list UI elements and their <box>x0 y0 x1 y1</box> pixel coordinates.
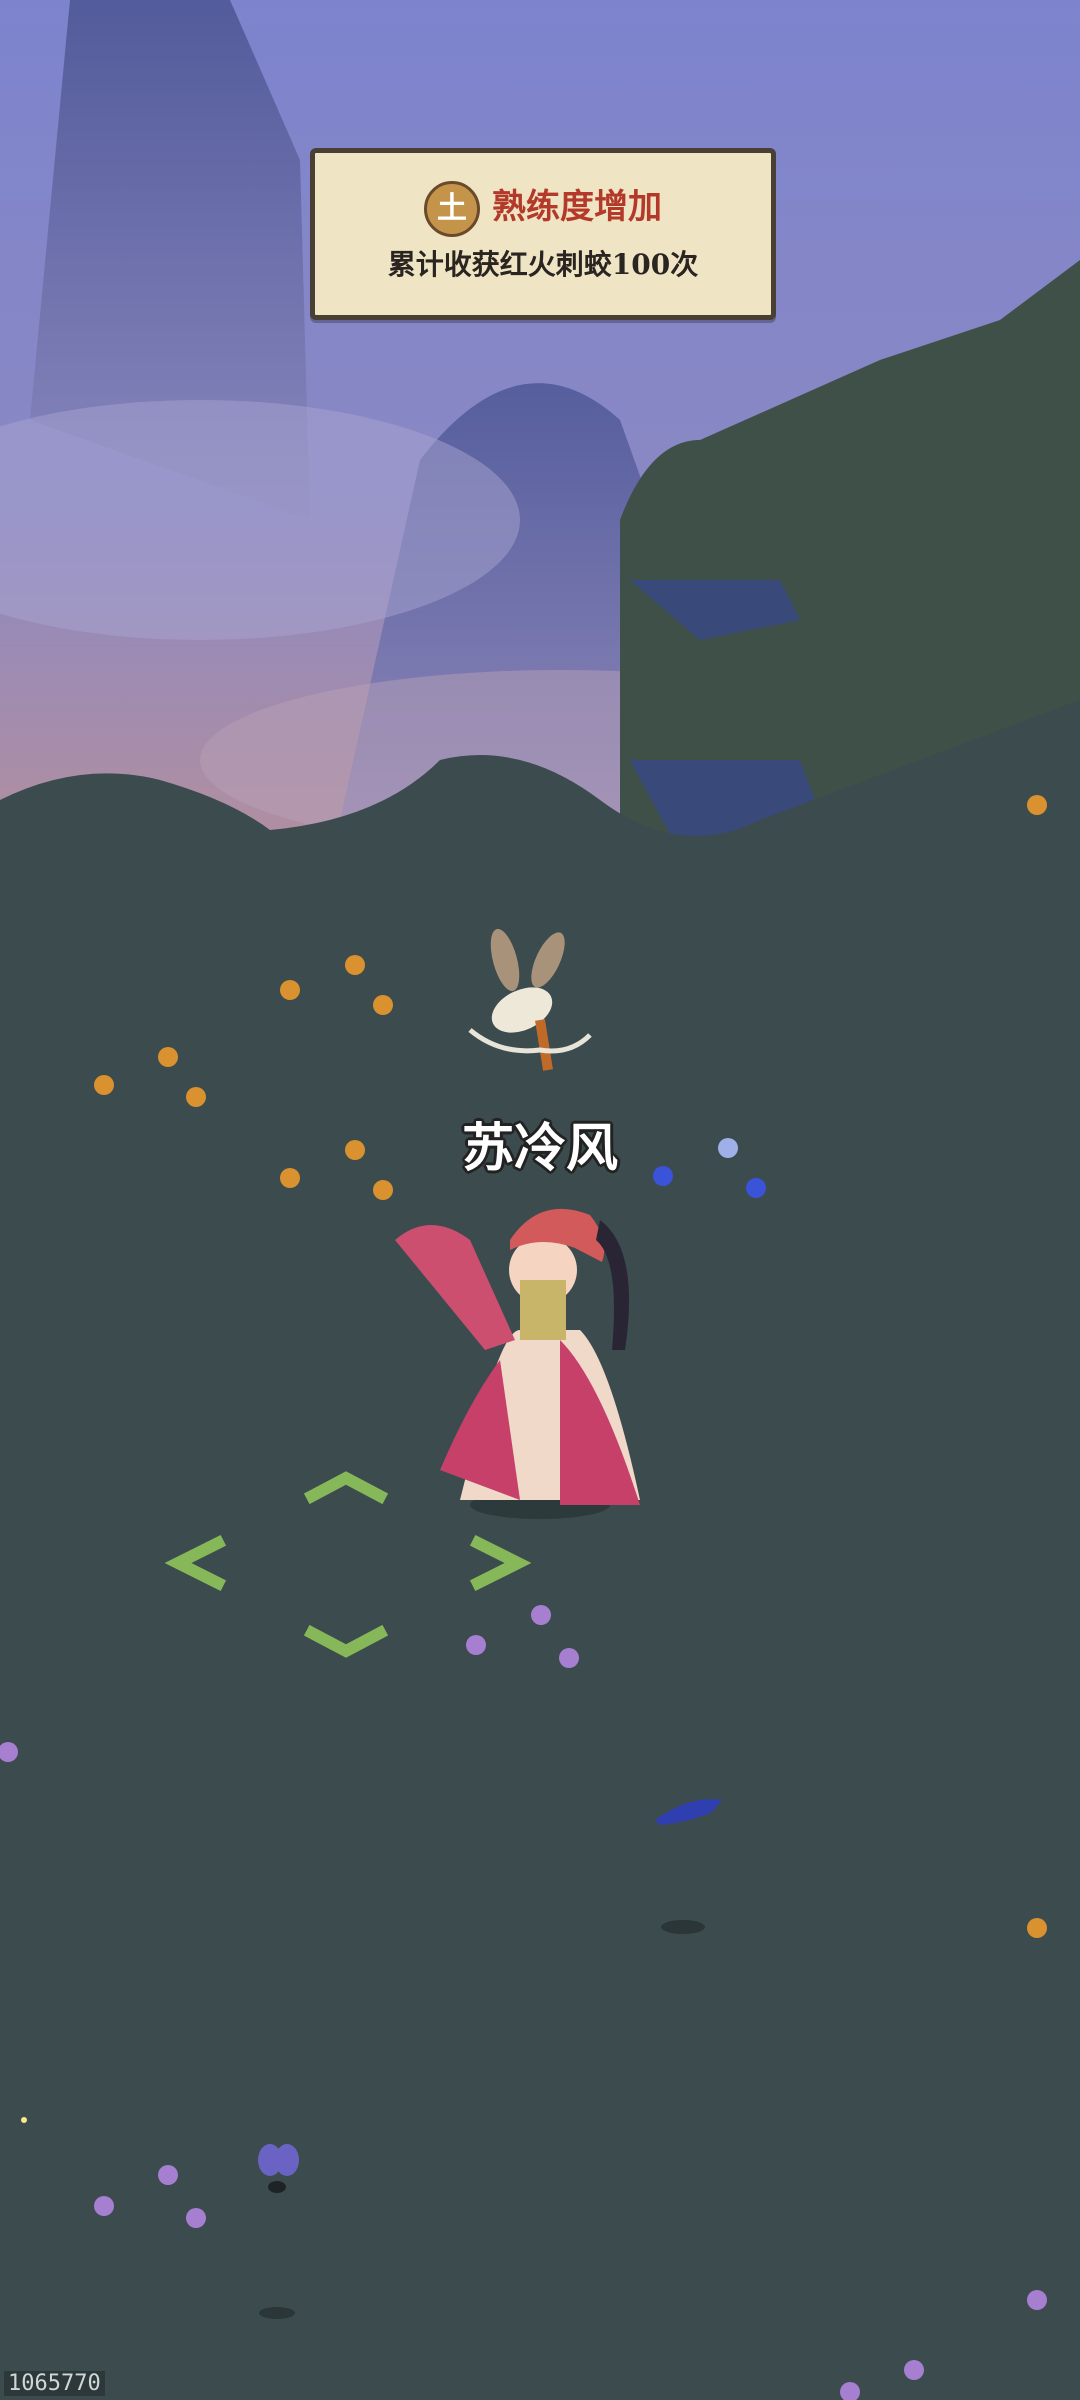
proficiency-toast: 土熟练度增加 累计收获红火刺蛟100次 <box>310 148 776 320</box>
toast-message: 累计收获红火刺蛟100次 <box>387 248 699 281</box>
character-name: 苏冷风 <box>461 1118 618 1179</box>
sparkle <box>21 2117 27 2123</box>
toast-title-text: 熟练度增加 <box>492 187 662 227</box>
earth-element-badge-icon: 土 <box>424 181 480 237</box>
build-id: 1065770 <box>4 2371 105 2396</box>
toast-title: 土熟练度增加 <box>315 179 771 237</box>
game-scene[interactable] <box>0 0 1080 2400</box>
